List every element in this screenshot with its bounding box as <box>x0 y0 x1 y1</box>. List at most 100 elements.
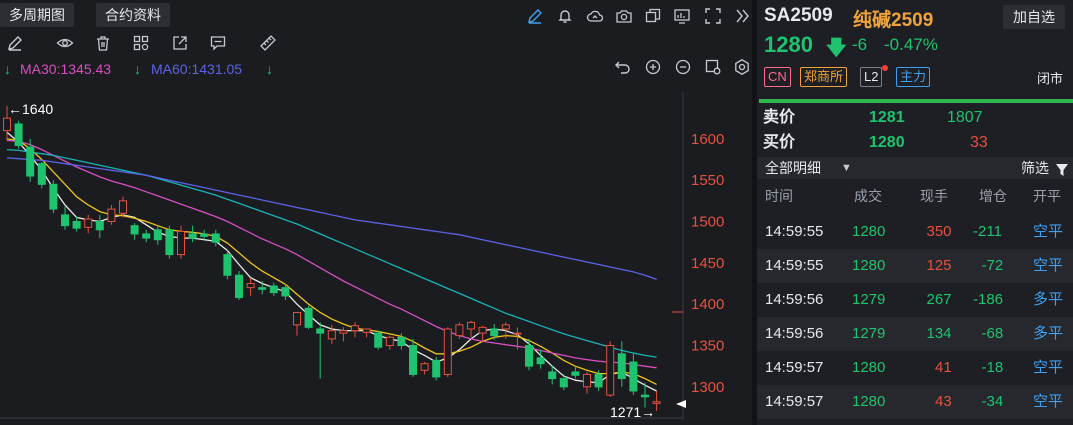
candle-body <box>95 221 104 231</box>
candle[interactable] <box>443 327 452 377</box>
candle[interactable] <box>362 328 371 338</box>
comment-icon[interactable] <box>209 34 227 52</box>
bell-icon[interactable] <box>556 7 574 25</box>
candle-body <box>455 324 464 337</box>
tick-detail-title[interactable]: 全部明细 <box>765 157 821 179</box>
tick-row[interactable]: 14:59:55 1280 350 -211 空平 <box>757 215 1073 249</box>
candle[interactable] <box>629 353 638 396</box>
candle[interactable] <box>142 229 151 243</box>
candle[interactable] <box>235 271 243 301</box>
candle[interactable] <box>119 196 127 218</box>
tick-volume: 350 <box>926 223 952 240</box>
pencil-draw-icon[interactable] <box>6 34 24 52</box>
candle[interactable] <box>72 216 81 232</box>
badge-exchange[interactable]: 郑商所 <box>800 67 848 87</box>
candle-body <box>26 146 35 177</box>
ruler-icon[interactable] <box>259 34 277 52</box>
chart-panel: 多周期图 合约资料 ↓ MA30:1345.43 ↓ MA60:1431.05 … <box>0 0 752 425</box>
candle[interactable] <box>188 225 197 243</box>
multi-period-button[interactable]: 多周期图 <box>0 3 74 27</box>
chart-settings-icon[interactable] <box>704 58 722 76</box>
candle[interactable] <box>95 214 104 239</box>
contract-info-button[interactable]: 合约资料 <box>96 3 170 27</box>
tick-row[interactable]: 14:59:57 1280 43 -34 空平 <box>757 385 1073 419</box>
external-link-icon[interactable] <box>171 34 189 52</box>
candle[interactable] <box>467 320 475 338</box>
gear-icon[interactable] <box>733 58 751 76</box>
add-watchlist-button[interactable]: 加自选 <box>1003 5 1065 29</box>
candle[interactable] <box>165 225 174 259</box>
candle[interactable] <box>246 277 255 296</box>
ma-line <box>6 131 657 392</box>
filter-label[interactable]: 筛选 <box>1021 157 1049 179</box>
candle[interactable] <box>61 206 69 230</box>
candle[interactable] <box>525 338 533 371</box>
pencil-icon[interactable] <box>526 7 544 25</box>
candle[interactable] <box>385 335 394 350</box>
contract-name: 纯碱2509 <box>853 10 934 31</box>
fullscreen-icon[interactable] <box>704 7 722 25</box>
candle[interactable] <box>37 162 46 189</box>
badge-l2[interactable]: L2 <box>860 67 883 87</box>
candle[interactable] <box>374 330 383 350</box>
candle[interactable] <box>153 225 162 245</box>
candle-body <box>61 214 69 227</box>
last-price-marker-icon <box>676 400 686 408</box>
tick-columns: 时间 成交 现手 增仓 开平 <box>757 183 1073 209</box>
zoom-out-icon[interactable] <box>674 58 692 76</box>
candle[interactable] <box>339 327 348 342</box>
price-tick-label: 1500 <box>691 214 724 231</box>
tick-time: 14:59:55 <box>765 223 824 240</box>
kline-chart-svg[interactable]: 1600 1550 1500 1450 1400 1350 1300 ←1640 1271→ <box>0 80 752 425</box>
filter-icon[interactable] <box>1055 161 1069 176</box>
candle[interactable] <box>606 341 615 397</box>
candle-body <box>594 373 603 388</box>
tick-row[interactable]: 14:59:56 1279 134 -68 多平 <box>757 317 1073 351</box>
candle[interactable] <box>293 311 301 336</box>
caret-down-icon[interactable]: ▼ <box>841 157 852 179</box>
candle-body <box>467 321 475 330</box>
tick-row[interactable]: 14:59:56 1279 267 -186 多平 <box>757 283 1073 317</box>
tick-row[interactable]: 14:59:57 1280 41 -18 空平 <box>757 351 1073 385</box>
trash-icon[interactable] <box>94 34 112 52</box>
candle-body <box>629 361 638 392</box>
candle-body <box>327 330 336 340</box>
candle-body <box>536 357 545 365</box>
candle[interactable] <box>107 204 116 225</box>
grid-settings-icon[interactable] <box>132 34 150 52</box>
candle[interactable] <box>49 180 58 214</box>
candle[interactable] <box>432 357 441 381</box>
candle[interactable] <box>269 282 278 296</box>
camera-icon[interactable] <box>615 7 633 25</box>
candle-body <box>130 225 139 235</box>
candle[interactable] <box>200 229 209 240</box>
price-tick-label: 1300 <box>691 379 724 396</box>
tick-detail-header: 全部明细 ▼ 筛选 <box>757 157 1073 179</box>
candle[interactable] <box>316 322 325 379</box>
monitor-chart-icon[interactable] <box>673 7 691 25</box>
candle[interactable] <box>351 322 359 338</box>
eye-icon[interactable] <box>56 34 74 52</box>
candle[interactable] <box>571 366 580 379</box>
copy-window-icon[interactable] <box>644 7 662 25</box>
candle[interactable] <box>478 325 487 342</box>
badge-main-contract[interactable]: 主力 <box>896 67 931 87</box>
badge-cn[interactable]: CN <box>764 67 791 87</box>
candle[interactable] <box>583 371 591 394</box>
kline-chart[interactable]: 1600 1550 1500 1450 1400 1350 1300 ←1640 1271→ <box>0 80 752 425</box>
undo-icon[interactable] <box>614 58 632 76</box>
double-chevron-right-icon[interactable] <box>733 7 751 25</box>
candle[interactable] <box>130 223 139 240</box>
candle[interactable] <box>258 281 267 295</box>
candle[interactable] <box>304 305 313 329</box>
candle[interactable] <box>84 214 93 234</box>
cloud-icon[interactable] <box>586 7 604 25</box>
candle[interactable] <box>14 120 23 149</box>
candle[interactable] <box>223 250 232 280</box>
candle[interactable] <box>409 338 417 377</box>
candle-body <box>119 200 127 214</box>
zoom-in-icon[interactable] <box>644 58 662 76</box>
candle[interactable] <box>617 341 626 387</box>
candle[interactable] <box>420 362 429 375</box>
tick-row[interactable]: 14:59:55 1280 125 -72 空平 <box>757 249 1073 283</box>
